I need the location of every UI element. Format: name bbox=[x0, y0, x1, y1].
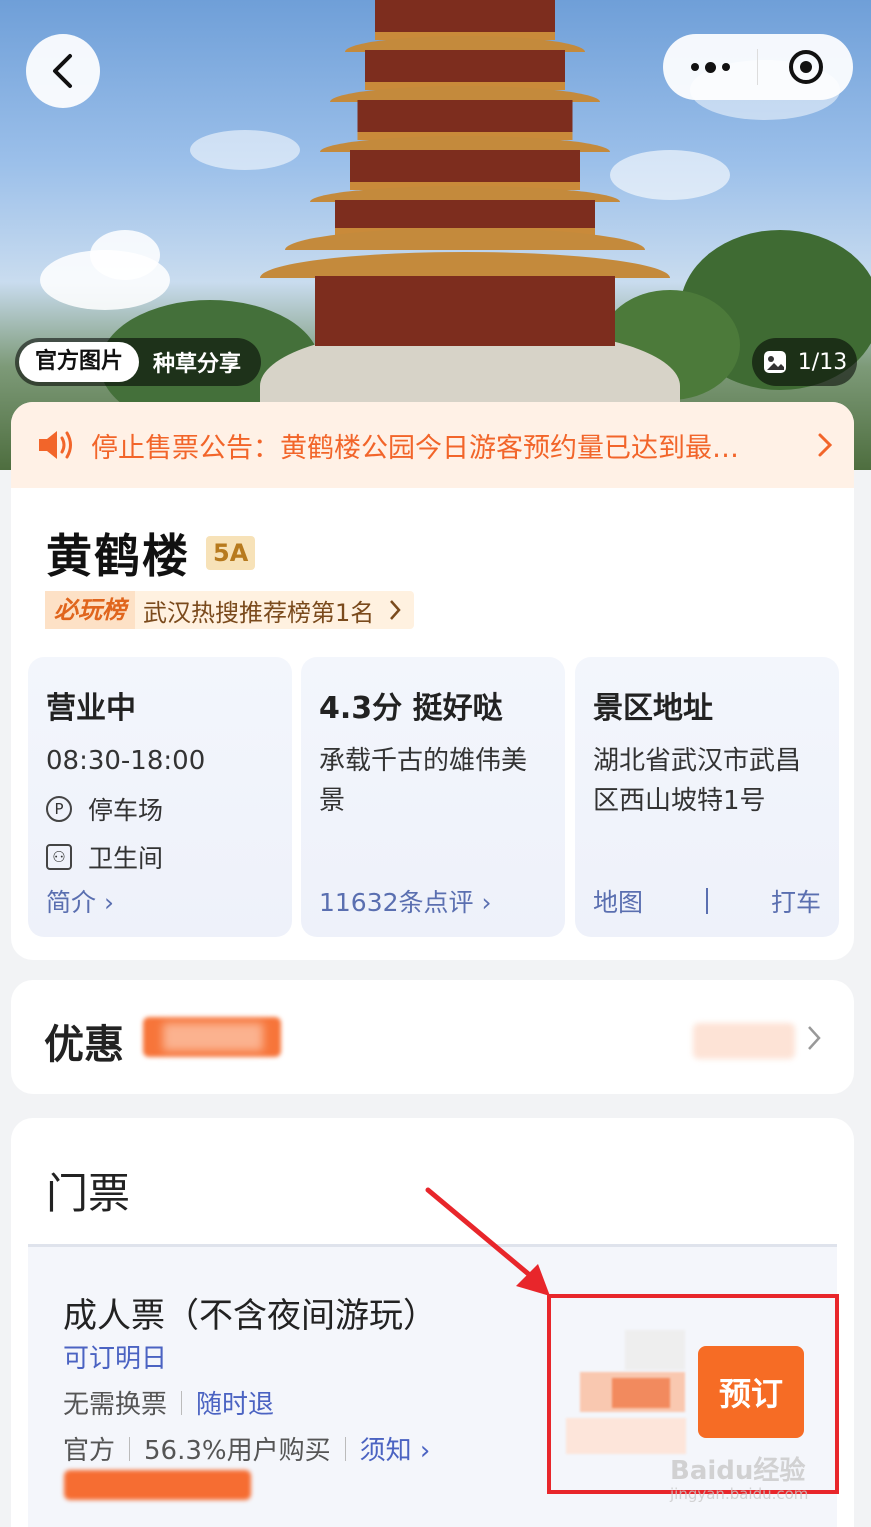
hours-tile[interactable]: 营业中 08:30-18:00 P 停车场 ⚇ 卫生间 简介 › bbox=[28, 657, 292, 937]
intro-link[interactable]: 简介 › bbox=[46, 883, 114, 919]
ticket-tag-no-exchange: 无需换票 bbox=[63, 1390, 168, 1420]
level-badge: 5A bbox=[206, 536, 256, 570]
ranking-tag: 必玩榜 bbox=[45, 591, 135, 629]
open-status: 营业中 bbox=[46, 691, 136, 726]
mini-program-capsule bbox=[663, 34, 853, 100]
blurred-coupon-info bbox=[693, 1023, 795, 1059]
chevron-right-icon bbox=[818, 433, 833, 457]
back-button[interactable] bbox=[26, 34, 100, 108]
parking-icon: P bbox=[46, 796, 72, 822]
chevron-right-icon: › bbox=[481, 888, 492, 917]
close-mini-program-button[interactable] bbox=[758, 48, 853, 86]
announcement-bar[interactable]: 停止售票公告：黄鹤楼公园今日游客预约量已达到最… bbox=[11, 402, 854, 488]
watermark-brand: Baidu经验 bbox=[670, 1456, 806, 1486]
photo-counter-text: 1/13 bbox=[797, 349, 848, 375]
ticket-notes-label: 须知 bbox=[359, 1436, 412, 1466]
ticket-notes-link[interactable]: 须知 › bbox=[360, 1430, 431, 1467]
rating-tile[interactable]: 4.3分 挺好哒 承载千古的雄伟美景 11632条点评 › bbox=[301, 657, 565, 937]
announcement-text: 停止售票公告：黄鹤楼公园今日游客预约量已达到最… bbox=[91, 432, 739, 464]
chevron-right-icon bbox=[390, 600, 401, 620]
photo-tabs: 官方图片 种草分享 bbox=[15, 338, 262, 386]
chevron-left-icon bbox=[53, 54, 72, 88]
divider bbox=[344, 1436, 346, 1461]
restroom-icon: ⚇ bbox=[46, 844, 72, 870]
ticket-name: 成人票（不含夜间游玩） bbox=[63, 1296, 437, 1336]
intro-link-label: 简介 bbox=[46, 888, 97, 917]
more-dots-icon bbox=[690, 63, 699, 71]
rating-description: 承载千古的雄伟美景 bbox=[319, 746, 528, 816]
address-text: 湖北省武汉市武昌区西山坡特1号 bbox=[593, 746, 802, 816]
facility-parking: 停车场 bbox=[88, 796, 164, 825]
chevron-right-icon: › bbox=[419, 1436, 431, 1466]
chevron-right-icon: › bbox=[103, 888, 114, 917]
tab-user-shares[interactable]: 种草分享 bbox=[139, 346, 257, 378]
blurred-promo-tag bbox=[64, 1470, 251, 1500]
title-row: 黄鹤楼 5A bbox=[46, 520, 256, 586]
tab-official-photos[interactable]: 官方图片 bbox=[19, 342, 140, 382]
annotation-arrow-icon bbox=[425, 1187, 550, 1296]
speaker-icon bbox=[39, 431, 72, 459]
page-title: 黄鹤楼 bbox=[46, 529, 190, 583]
ranking-text: 武汉热搜推荐榜第1名 bbox=[143, 598, 375, 627]
target-icon bbox=[788, 50, 823, 84]
taxi-link[interactable]: 打车 bbox=[771, 883, 821, 919]
ranking-banner[interactable]: 必玩榜 武汉热搜推荐榜第1名 bbox=[45, 591, 415, 629]
rating-score: 4.3分 挺好哒 bbox=[319, 691, 503, 726]
reviews-link[interactable]: 11632条点评 › bbox=[319, 883, 491, 919]
cloud bbox=[90, 230, 160, 280]
facility-restroom: 卫生间 bbox=[88, 844, 164, 873]
ticket-purchase-ratio: 56.3%用户购买 bbox=[144, 1436, 331, 1466]
watermark: Baidu经验 jingyan.baidu.com bbox=[670, 1450, 808, 1503]
ticket-section-title: 门票 bbox=[46, 1169, 131, 1218]
gallery-icon bbox=[763, 351, 786, 373]
more-button[interactable] bbox=[663, 61, 757, 73]
address-tile[interactable]: 景区地址 湖北省武汉市武昌区西山坡特1号 地图 打车 bbox=[575, 657, 839, 937]
ticket-tag-refund: 随时退 bbox=[196, 1390, 275, 1420]
chevron-right-icon bbox=[808, 1026, 821, 1050]
photo-counter[interactable]: 1/13 bbox=[752, 338, 857, 386]
watermark-url: jingyan.baidu.com bbox=[670, 1485, 809, 1503]
ticket-availability: 可订明日 bbox=[63, 1344, 168, 1374]
divider bbox=[181, 1390, 183, 1415]
map-link[interactable]: 地图 bbox=[593, 883, 643, 919]
blurred-coupon-tag bbox=[143, 1017, 281, 1057]
hero-image[interactable]: 官方图片 种草分享 1/13 bbox=[0, 0, 871, 470]
address-actions: 地图 打车 bbox=[593, 883, 821, 919]
pagoda bbox=[255, 0, 675, 400]
ticket-source: 官方 bbox=[63, 1436, 116, 1466]
ticket-tags: 无需换票 随时退 bbox=[63, 1384, 274, 1421]
discount-title: 优惠 bbox=[44, 1022, 124, 1068]
ticket-meta: 官方 56.3%用户购买 须知 › bbox=[63, 1430, 430, 1467]
address-heading: 景区地址 bbox=[593, 691, 713, 726]
reviews-link-label: 11632条点评 bbox=[319, 888, 474, 917]
divider bbox=[129, 1436, 131, 1461]
divider bbox=[706, 888, 708, 914]
opening-hours: 08:30-18:00 bbox=[46, 746, 206, 776]
